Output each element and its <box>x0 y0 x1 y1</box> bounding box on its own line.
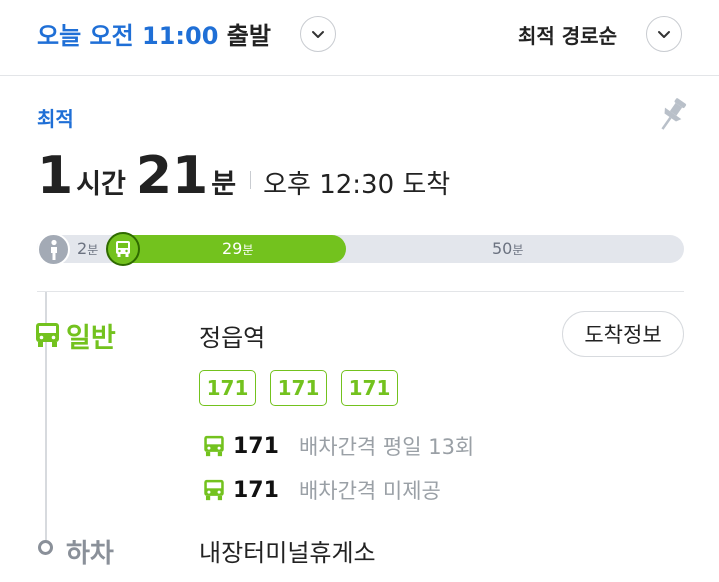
route-row[interactable]: 171 배차간격 평일 13회 <box>203 432 474 460</box>
board-stop-name[interactable]: 정읍역 <box>199 318 265 353</box>
remaining-duration: 50분 <box>492 239 523 258</box>
walk-duration: 2분 <box>77 239 98 258</box>
pin-icon[interactable] <box>655 96 689 134</box>
alight-stop-name[interactable]: 내장터미널휴게소 <box>199 533 376 568</box>
divider <box>37 291 684 292</box>
route-row[interactable]: 171 배차간격 미제공 <box>203 476 441 504</box>
bus-icon <box>106 232 140 266</box>
sort-label[interactable]: 최적 경로순 <box>518 20 617 49</box>
bus-icon <box>204 479 224 501</box>
bus-duration-unit: 분 <box>242 243 254 257</box>
route-interval: 배차간격 미제공 <box>298 479 441 503</box>
remaining-duration-unit: 분 <box>512 243 524 257</box>
separator <box>250 171 252 189</box>
segment-bar: 2분 29분 50분 <box>37 232 684 266</box>
duration-hours: 1 <box>37 146 74 206</box>
departure-suffix: 출발 <box>218 22 271 50</box>
route-interval: 배차간격 평일 13회 <box>298 435 475 459</box>
bus-duration: 29분 <box>222 239 253 258</box>
bus-icon <box>204 435 224 457</box>
route-number: 171 <box>233 433 279 459</box>
bus-icon <box>36 323 59 347</box>
remaining-duration-value: 50 <box>492 239 513 258</box>
route-badge: 최적 <box>37 107 74 131</box>
top-bar: 오늘 오전 11:00 출발 최적 경로순 <box>0 0 719 76</box>
arrival-time: 오후 12:30 도착 <box>263 170 451 200</box>
duration-hours-unit: 시간 <box>76 169 126 200</box>
walk-duration-value: 2 <box>77 239 88 258</box>
sort-dropdown-button[interactable] <box>646 16 682 52</box>
route-chips: 171 171 171 <box>199 370 398 406</box>
departure-time-text: 오늘 오전 11:00 <box>37 22 219 50</box>
duration-minutes: 21 <box>135 146 209 206</box>
bus-duration-value: 29 <box>222 239 243 258</box>
chevron-down-icon <box>312 31 324 38</box>
alight-label: 하차 <box>66 539 114 569</box>
departure-dropdown-button[interactable] <box>300 16 336 52</box>
duration-row: 1 시간 21 분 오후 12:30 도착 <box>37 150 450 210</box>
route-chip[interactable]: 171 <box>270 370 327 406</box>
route-chip[interactable]: 171 <box>199 370 256 406</box>
chevron-down-icon <box>658 31 670 38</box>
duration-minutes-unit: 분 <box>211 169 237 200</box>
route-chip[interactable]: 171 <box>341 370 398 406</box>
arrival-info-button[interactable]: 도착정보 <box>562 311 684 357</box>
transit-mode-label: 일반 <box>66 323 116 354</box>
alight-dot <box>38 540 53 555</box>
departure-time[interactable]: 오늘 오전 11:00 출발 <box>37 16 271 51</box>
route-number: 171 <box>233 477 279 503</box>
walk-icon <box>37 233 70 266</box>
walk-duration-unit: 분 <box>87 243 99 257</box>
